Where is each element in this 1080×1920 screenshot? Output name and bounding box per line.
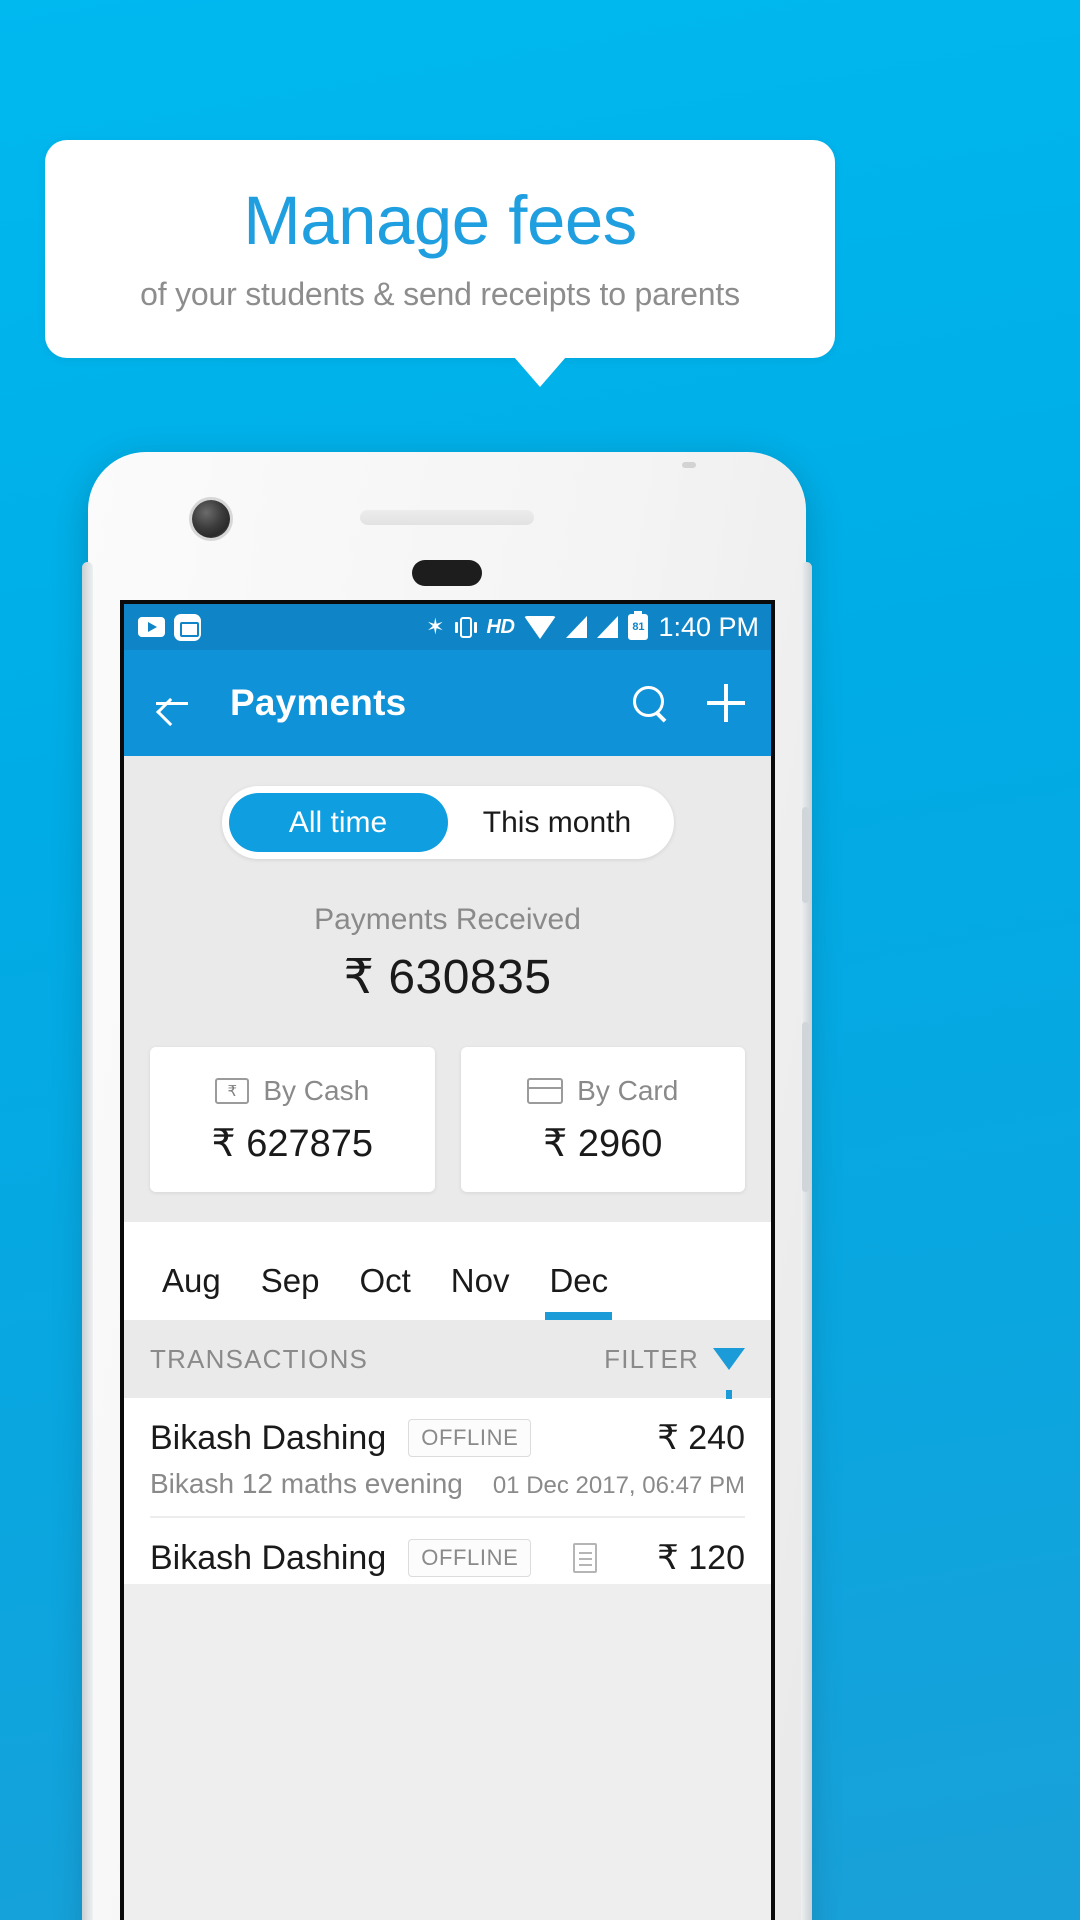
- by-card-card-header: By Card: [527, 1075, 678, 1107]
- transaction-list: Bikash Dashing OFFLINE ₹ 240 Bikash 12 m…: [124, 1398, 771, 1584]
- status-bar-system-icons: ✶ HD 81 1:40 PM: [426, 611, 759, 643]
- transaction-subtitle: Bikash 12 maths evening: [150, 1468, 463, 1499]
- youtube-icon: [138, 617, 165, 637]
- by-card-label: By Card: [577, 1075, 679, 1106]
- signal-icon: [597, 616, 619, 638]
- plus-icon[interactable]: [707, 684, 745, 722]
- payments-received-label: Payments Received: [314, 903, 581, 936]
- by-card-value: ₹ 2960: [543, 1123, 663, 1165]
- back-arrow-icon[interactable]: [150, 681, 194, 725]
- status-badge: OFFLINE: [408, 1419, 532, 1457]
- by-cash-label: By Cash: [263, 1075, 370, 1106]
- app-bar: Payments: [124, 650, 771, 756]
- status-bar-clock: 1:40 PM: [658, 611, 759, 642]
- phone-mockup: ✶ HD 81 1:40 PM Payments All time This m…: [82, 452, 812, 1920]
- segment-all-time[interactable]: All time: [228, 793, 448, 852]
- promo-title: Manage fees: [243, 182, 637, 260]
- transactions-header: TRANSACTIONS FILTER: [124, 1320, 771, 1399]
- phone-edge-right: [801, 562, 812, 1920]
- table-row[interactable]: Bikash Dashing OFFLINE ₹ 240 Bikash 12 m…: [124, 1398, 771, 1518]
- tab-dec[interactable]: Dec: [529, 1262, 628, 1320]
- tab-aug[interactable]: Aug: [142, 1262, 241, 1320]
- transaction-primary-line: Bikash Dashing OFFLINE ₹ 240: [150, 1418, 745, 1458]
- page-title: Payments: [230, 682, 407, 723]
- battery-icon: 81: [628, 611, 649, 640]
- volume-button[interactable]: [802, 1022, 809, 1192]
- by-cash-card-header: ₹ By Cash: [215, 1075, 369, 1107]
- tab-sep[interactable]: Sep: [241, 1262, 340, 1320]
- summary-section: All time This month Payments Received ₹ …: [124, 756, 771, 1222]
- phone-edge-left: [82, 562, 93, 1920]
- vibrate-icon: [454, 616, 477, 638]
- power-button[interactable]: [802, 807, 809, 903]
- receipt-icon[interactable]: [573, 1543, 598, 1573]
- wifi-icon: [524, 615, 557, 639]
- status-bar: ✶ HD 81 1:40 PM: [124, 604, 771, 650]
- promo-subtitle: of your students & send receipts to pare…: [140, 275, 740, 312]
- transaction-primary-line: Bikash Dashing OFFLINE ₹ 120: [150, 1538, 745, 1584]
- filter-label: FILTER: [604, 1343, 699, 1374]
- callout-tail: [514, 357, 566, 387]
- earpiece-speaker: [412, 560, 482, 586]
- transaction-name: Bikash Dashing: [150, 1418, 387, 1457]
- month-tabs: Aug Sep Oct Nov Dec: [124, 1222, 771, 1320]
- transaction-date: 01 Dec 2017, 06:47 PM: [492, 1472, 745, 1499]
- tab-oct[interactable]: Oct: [339, 1262, 430, 1320]
- status-badge: OFFLINE: [408, 1539, 532, 1577]
- funnel-icon[interactable]: [713, 1348, 745, 1399]
- transaction-secondary-line: Bikash 12 maths evening 01 Dec 2017, 06:…: [150, 1468, 745, 1518]
- signal-icon: [566, 616, 588, 638]
- screenshot-icon: [174, 613, 201, 641]
- by-card-card[interactable]: By Card ₹ 2960: [460, 1047, 745, 1192]
- hd-icon: HD: [486, 615, 515, 638]
- filter-control[interactable]: FILTER: [604, 1343, 745, 1399]
- by-cash-value: ₹ 627875: [211, 1123, 374, 1165]
- phone-screen: ✶ HD 81 1:40 PM Payments All time This m…: [120, 600, 775, 1920]
- status-bar-notifications: [138, 613, 201, 641]
- front-camera-icon: [192, 500, 230, 538]
- tab-nov[interactable]: Nov: [431, 1262, 530, 1320]
- payment-method-cards: ₹ By Cash ₹ 627875 By Card ₹ 2960: [124, 1047, 771, 1192]
- bluetooth-icon: ✶: [426, 614, 445, 639]
- transaction-name: Bikash Dashing: [150, 1538, 387, 1577]
- proximity-sensor: [360, 510, 534, 525]
- search-icon[interactable]: [631, 684, 669, 722]
- by-cash-card[interactable]: ₹ By Cash ₹ 627875: [150, 1047, 435, 1192]
- app-bar-actions: [631, 684, 745, 722]
- time-range-segmented-control: All time This month: [221, 786, 674, 859]
- payments-received-amount: ₹ 630835: [343, 951, 552, 1004]
- transaction-amount: ₹ 120: [657, 1539, 745, 1577]
- promo-callout: Manage fees of your students & send rece…: [45, 140, 835, 358]
- transaction-amount: ₹ 240: [657, 1419, 745, 1457]
- cash-icon: ₹: [215, 1078, 250, 1104]
- segment-this-month[interactable]: This month: [448, 793, 667, 852]
- transactions-label: TRANSACTIONS: [150, 1343, 369, 1374]
- promo-screenshot: Manage fees of your students & send rece…: [0, 0, 1080, 1920]
- microphone-dot: [682, 462, 696, 468]
- card-icon: [527, 1078, 564, 1104]
- table-row[interactable]: Bikash Dashing OFFLINE ₹ 120: [124, 1518, 771, 1584]
